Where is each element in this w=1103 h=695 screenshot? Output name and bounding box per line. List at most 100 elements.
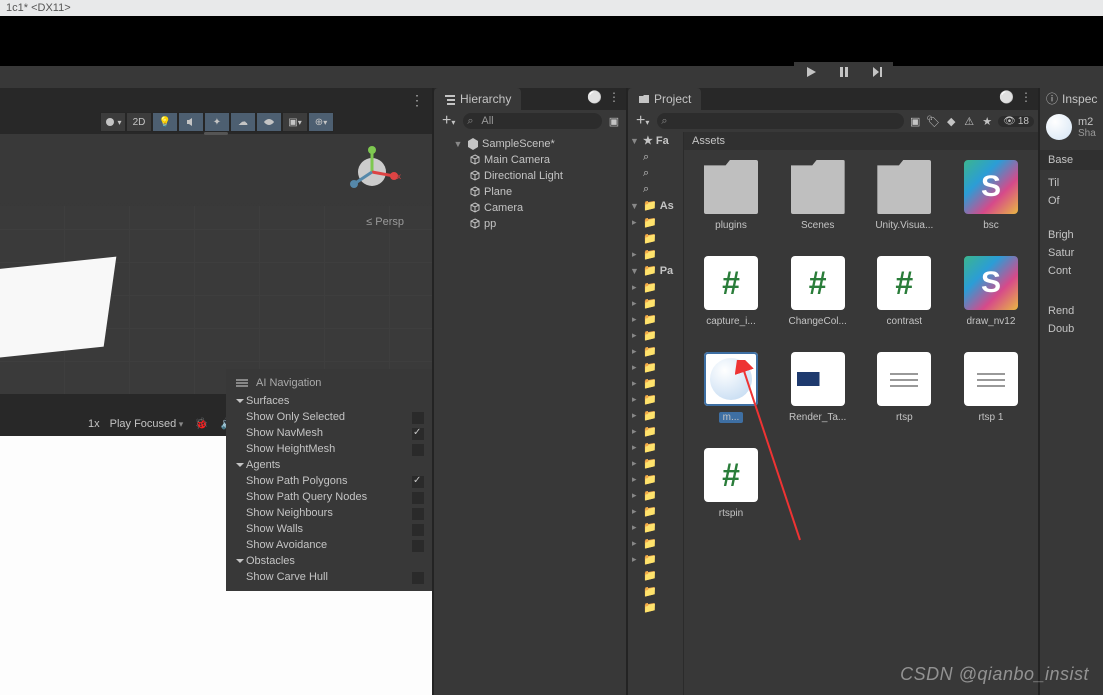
bug-icon[interactable]: 🐞 xyxy=(193,417,209,431)
asset-item[interactable]: Unity.Visua... xyxy=(865,160,943,256)
inspector-row[interactable]: Til xyxy=(1040,174,1103,192)
play-button[interactable] xyxy=(794,62,827,82)
scene-context-menu-icon[interactable]: ⋮ xyxy=(410,92,424,109)
tree-item[interactable]: ▸📁 xyxy=(628,407,683,423)
asset-item[interactable]: m... xyxy=(692,352,770,448)
tree-item[interactable]: ▸📁 xyxy=(628,343,683,359)
skybox-toggle-icon[interactable]: ☁ xyxy=(230,112,256,132)
tree-item[interactable]: 📁 xyxy=(628,599,683,615)
gizmo-dropdown-icon[interactable]: ⊕▾ xyxy=(308,112,334,132)
2d-toggle[interactable]: 2D xyxy=(126,112,152,132)
scene-viewport[interactable]: x ≤ Persp AI Navigation Surfaces Show On… xyxy=(0,134,432,394)
perspective-label[interactable]: ≤ Persp xyxy=(366,216,404,228)
scene-plane-object[interactable] xyxy=(0,257,116,362)
nav-item[interactable]: Show Path Polygons xyxy=(226,473,432,489)
tree-item[interactable]: ▸📁 xyxy=(628,246,683,262)
tree-item[interactable]: ▸📁 xyxy=(628,214,683,230)
add-button[interactable]: +▾ xyxy=(438,112,459,130)
inspector-row[interactable]: Cont xyxy=(1040,262,1103,280)
hierarchy-item[interactable]: Main Camera xyxy=(434,152,626,168)
tree-item[interactable]: 📁 xyxy=(628,567,683,583)
pause-button[interactable] xyxy=(827,62,860,82)
tree-item[interactable]: ▸📁 xyxy=(628,279,683,295)
search-scope-icon[interactable]: ▣ xyxy=(908,115,922,128)
scene-camera-icon[interactable]: ▾ xyxy=(100,112,126,132)
asset-item[interactable]: rtspin xyxy=(692,448,770,544)
lock-icon[interactable]: ⚪ xyxy=(999,90,1014,104)
hierarchy-item[interactable]: Camera xyxy=(434,200,626,216)
panel-menu-icon[interactable]: ⋮ xyxy=(608,90,620,104)
orientation-gizmo-icon[interactable]: x xyxy=(342,146,402,192)
hidden-count[interactable]: 👁18 xyxy=(998,116,1034,127)
asset-item[interactable]: Scenes xyxy=(779,160,857,256)
tree-item[interactable]: 📁 xyxy=(628,583,683,599)
packages-root[interactable]: ▼📁Pa xyxy=(628,262,683,279)
nav-item[interactable]: Show Only Selected xyxy=(226,409,432,425)
panel-menu-icon[interactable]: ⋮ xyxy=(1020,90,1032,104)
asset-item[interactable]: Sbsc xyxy=(952,160,1030,256)
asset-item[interactable]: Render_Ta... xyxy=(779,352,857,448)
checkbox[interactable] xyxy=(412,492,424,504)
assets-root[interactable]: ▼📁As xyxy=(628,197,683,214)
fx-toggle-icon[interactable]: ✦ xyxy=(204,112,230,132)
nav-item[interactable]: Show Carve Hull xyxy=(226,569,432,585)
inspector-row[interactable]: Satur xyxy=(1040,244,1103,262)
asset-item[interactable]: contrast xyxy=(865,256,943,352)
camera-view-icon[interactable]: ▣▾ xyxy=(282,112,308,132)
nav-item[interactable]: Show Avoidance xyxy=(226,537,432,553)
tree-item[interactable]: ▸📁 xyxy=(628,535,683,551)
tree-item[interactable]: ▸📁 xyxy=(628,359,683,375)
scale-label[interactable]: 1x xyxy=(88,418,100,430)
project-search-input[interactable] xyxy=(657,113,904,129)
type-filter-icon[interactable]: ◆ xyxy=(944,115,958,128)
checkbox[interactable] xyxy=(412,508,424,520)
inspector-row[interactable]: Of xyxy=(1040,192,1103,210)
checkbox[interactable] xyxy=(412,444,424,456)
checkbox[interactable] xyxy=(412,476,424,488)
asset-item[interactable]: plugins xyxy=(692,160,770,256)
inspector-row[interactable]: Doub xyxy=(1040,320,1103,338)
audio-toggle-icon[interactable] xyxy=(178,112,204,132)
hierarchy-search-input[interactable]: All xyxy=(463,113,602,129)
checkbox[interactable] xyxy=(412,540,424,552)
star-icon[interactable]: ★ xyxy=(980,115,994,128)
asset-item[interactable]: rtsp 1 xyxy=(952,352,1030,448)
favorites-root[interactable]: ▼★Fa xyxy=(628,132,683,149)
checkbox[interactable] xyxy=(412,572,424,584)
expand-icon[interactable]: ▼ xyxy=(452,139,464,149)
tree-item[interactable]: ▸📁 xyxy=(628,503,683,519)
nav-section-surfaces[interactable]: Surfaces xyxy=(226,393,432,409)
tree-item[interactable]: ▸📁 xyxy=(628,439,683,455)
step-button[interactable] xyxy=(860,62,893,82)
asset-item[interactable]: Sdraw_nv12 xyxy=(952,256,1030,352)
checkbox[interactable] xyxy=(412,428,424,440)
warn-icon[interactable]: ⚠ xyxy=(962,115,976,128)
inspector-row[interactable]: Rend xyxy=(1040,302,1103,320)
hierarchy-scene[interactable]: ▼SampleScene* xyxy=(434,136,626,152)
nav-section-obstacles[interactable]: Obstacles xyxy=(226,553,432,569)
nav-item[interactable]: Show Neighbours xyxy=(226,505,432,521)
tab-project[interactable]: Project xyxy=(628,88,701,110)
hierarchy-item[interactable]: Plane xyxy=(434,184,626,200)
tab-inspector[interactable]: ⓘInspec xyxy=(1040,88,1103,110)
tree-item[interactable]: ▸📁 xyxy=(628,471,683,487)
nav-item[interactable]: Show Walls xyxy=(226,521,432,537)
checkbox[interactable] xyxy=(412,524,424,536)
nav-item[interactable]: Show Path Query Nodes xyxy=(226,489,432,505)
tree-item[interactable]: ▸📁 xyxy=(628,327,683,343)
asset-item[interactable]: capture_i... xyxy=(692,256,770,352)
tree-item[interactable]: ▸📁 xyxy=(628,375,683,391)
tree-item[interactable]: ▸📁 xyxy=(628,423,683,439)
add-button[interactable]: +▾ xyxy=(632,112,653,130)
light-toggle-icon[interactable]: 💡 xyxy=(152,112,178,132)
tree-item[interactable]: ⌕ xyxy=(628,165,683,181)
checkbox[interactable] xyxy=(412,412,424,424)
lock-icon[interactable]: ⚪ xyxy=(587,90,602,104)
play-focused-dropdown[interactable]: Play Focused xyxy=(110,418,184,430)
tree-item[interactable]: ⌕ xyxy=(628,149,683,165)
tree-item[interactable]: ▸📁 xyxy=(628,391,683,407)
tree-item[interactable]: ▸📁 xyxy=(628,455,683,471)
nav-item[interactable]: Show NavMesh xyxy=(226,425,432,441)
tree-item[interactable]: ▸📁 xyxy=(628,295,683,311)
search-mode-icon[interactable]: ▣ xyxy=(606,115,622,128)
